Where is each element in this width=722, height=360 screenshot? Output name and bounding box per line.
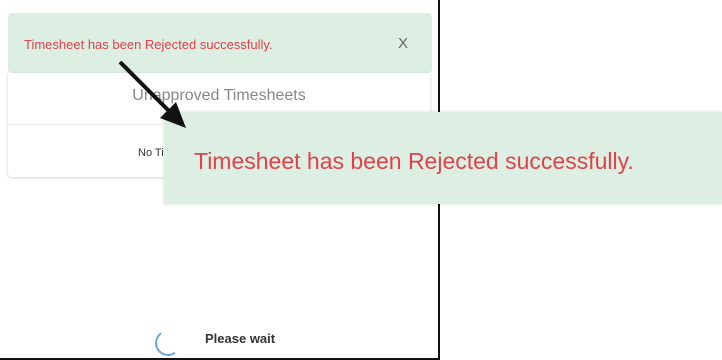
toast-message: Timesheet has been Rejected successfully… (24, 37, 273, 52)
toast-close-button[interactable]: X (398, 35, 408, 52)
callout-message: Timesheet has been Rejected successfully… (194, 148, 634, 174)
toast-notification: Timesheet has been Rejected successfully… (8, 13, 432, 73)
card-title: Unapproved Timesheets (132, 87, 306, 104)
loading-label: Please wait (205, 331, 276, 346)
spinner-icon (152, 327, 184, 359)
zoomed-toast-callout: Timesheet has been Rejected successfully… (164, 112, 722, 204)
